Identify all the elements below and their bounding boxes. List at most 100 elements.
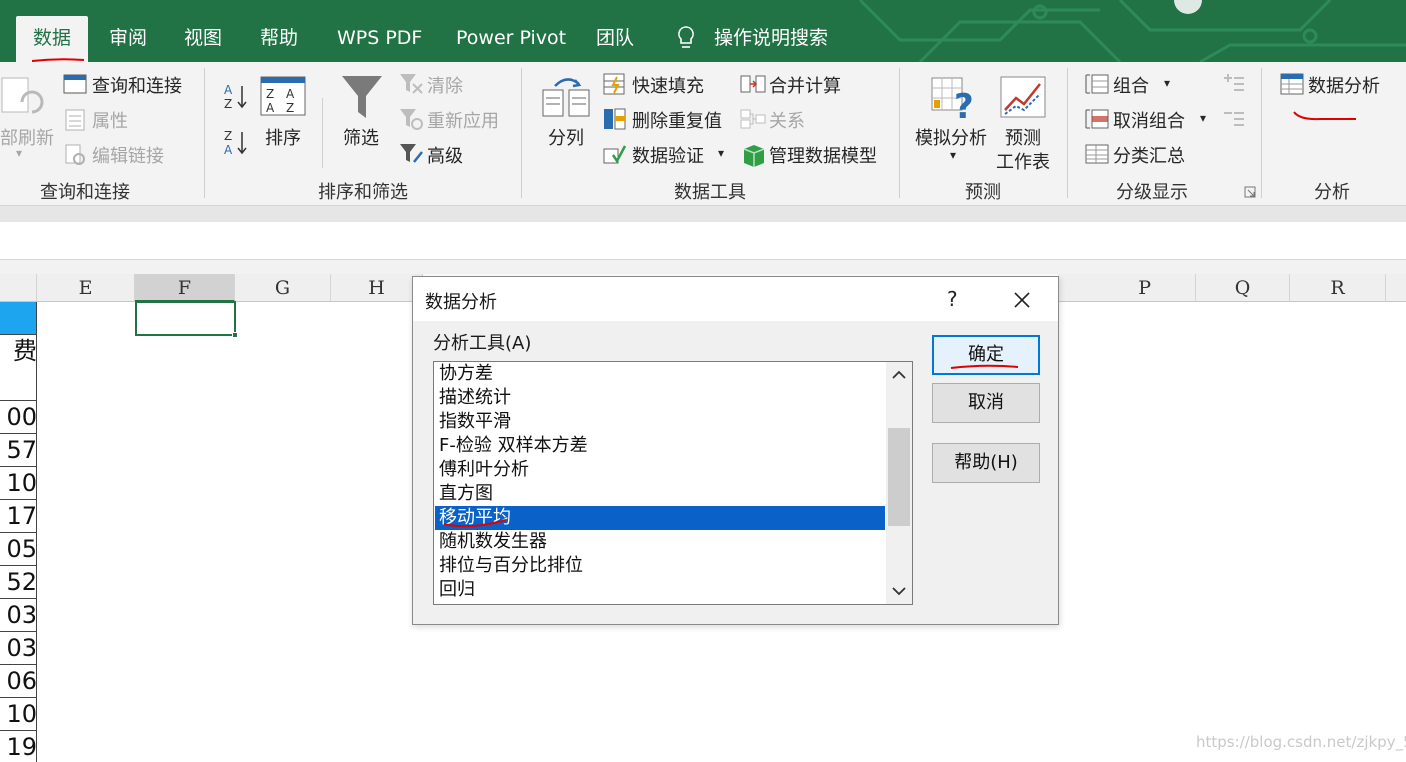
sheet-top-strip	[0, 260, 1406, 274]
cell-value[interactable]: 57	[0, 434, 37, 467]
what-if-dropdown-icon[interactable]: ▾	[950, 148, 956, 162]
relationships-button[interactable]: 关系	[769, 107, 805, 133]
ribbon-separator	[521, 68, 522, 198]
active-cell-f[interactable]	[135, 301, 238, 338]
cancel-button[interactable]: 取消	[932, 383, 1040, 423]
cell-value[interactable]: 06	[0, 665, 37, 698]
list-item-selected[interactable]: 移动平均	[435, 506, 885, 530]
help-button[interactable]: 帮助(H)	[932, 443, 1040, 483]
flash-fill-icon	[603, 73, 625, 95]
svg-text:Z: Z	[224, 97, 232, 110]
refresh-dropdown-icon[interactable]: ▾	[16, 146, 22, 160]
dialog-launcher-icon[interactable]	[1244, 186, 1256, 198]
scrollbar-thumb[interactable]	[888, 428, 910, 526]
data-validation-button[interactable]: 数据验证	[632, 142, 704, 168]
column-header-p[interactable]: P	[1058, 274, 1196, 302]
list-item[interactable]: 回归	[435, 578, 885, 602]
edit-links-button[interactable]: 编辑链接	[92, 142, 164, 168]
advanced-button[interactable]: 高级	[427, 142, 463, 168]
what-if-analysis-icon: ?	[931, 77, 974, 120]
what-if-analysis-button[interactable]: 模拟分析	[915, 124, 987, 150]
column-header-e[interactable]: E	[37, 274, 135, 302]
tab-review[interactable]: 审阅	[109, 16, 147, 62]
remove-duplicates-button[interactable]: 删除重复值	[632, 107, 722, 133]
cell-value[interactable]: 03	[0, 632, 37, 665]
column-header-partial[interactable]	[0, 274, 37, 302]
list-item[interactable]: 随机数发生器	[435, 530, 885, 554]
show-detail-icon[interactable]	[1222, 72, 1246, 94]
list-item[interactable]: 傅利叶分析	[435, 458, 885, 482]
sort-button[interactable]: 排序	[265, 124, 301, 150]
column-header-h[interactable]: H	[331, 274, 423, 302]
list-item[interactable]: 指数平滑	[435, 410, 885, 434]
tab-data[interactable]: 数据	[16, 16, 89, 62]
tab-wps-pdf[interactable]: WPS PDF	[337, 16, 422, 62]
clear-button[interactable]: 清除	[427, 72, 463, 98]
tab-help[interactable]: 帮助	[260, 16, 298, 62]
text-to-columns-button[interactable]: 分列	[548, 124, 584, 150]
dialog-title-bar[interactable]: 数据分析 ?	[413, 277, 1058, 321]
subtotal-button[interactable]: 分类汇总	[1113, 142, 1185, 168]
query-connections-button[interactable]: 查询和连接	[92, 72, 182, 98]
filter-button[interactable]: 筛选	[343, 124, 379, 150]
list-item[interactable]: 描述统计	[435, 386, 885, 410]
consolidate-button[interactable]: 合并计算	[769, 72, 841, 98]
properties-icon	[65, 109, 85, 131]
cell-value[interactable]: 10	[0, 698, 37, 731]
flash-fill-button[interactable]: 快速填充	[632, 72, 704, 98]
cell-value[interactable]: 52	[0, 566, 37, 599]
help-icon[interactable]: ?	[947, 287, 958, 311]
tab-view[interactable]: 视图	[184, 16, 222, 62]
list-item[interactable]: F-检验 双样本方差	[435, 434, 885, 458]
list-item[interactable]: 排位与百分比排位	[435, 554, 885, 578]
cell-value[interactable]: 19	[0, 731, 37, 762]
ribbon-separator	[322, 98, 323, 168]
properties-button[interactable]: 属性	[92, 107, 128, 133]
ungroup-icon	[1085, 109, 1109, 129]
data-validation-icon	[603, 145, 627, 164]
cell-row-header[interactable]: 费	[0, 335, 37, 401]
column-header-q[interactable]: Q	[1196, 274, 1290, 302]
reapply-button[interactable]: 重新应用	[427, 107, 499, 133]
tell-me-search[interactable]: 操作说明搜索	[714, 16, 828, 62]
data-validation-dropdown-icon[interactable]: ▾	[718, 146, 724, 160]
column-header-g[interactable]: G	[235, 274, 331, 302]
subtotal-icon	[1085, 144, 1109, 164]
hide-detail-icon[interactable]	[1222, 107, 1246, 129]
analysis-tools-label: 分析工具(A)	[433, 333, 532, 354]
column-header-f[interactable]: F	[135, 274, 235, 302]
close-icon[interactable]	[1009, 287, 1035, 313]
cell-value[interactable]: 17	[0, 500, 37, 533]
scroll-down-icon[interactable]	[890, 582, 908, 600]
cell-header-blue[interactable]	[0, 302, 37, 335]
ok-button[interactable]: 确定	[932, 335, 1040, 375]
forecast-sheet-button[interactable]: 预测	[1005, 124, 1041, 150]
analysis-tools-list[interactable]: 协方差 描述统计 指数平滑 F-检验 双样本方差 傅利叶分析 直方图 移动平均 …	[433, 361, 913, 605]
list-scrollbar[interactable]	[886, 362, 912, 604]
formula-bar[interactable]	[0, 222, 1406, 260]
ungroup-button[interactable]: 取消组合	[1113, 107, 1185, 133]
cell-value[interactable]: 00	[0, 401, 37, 434]
list-item[interactable]: 协方差	[435, 362, 885, 386]
group-label-sort-filter: 排序和筛选	[318, 182, 408, 203]
cell-value[interactable]: 10	[0, 467, 37, 500]
fill-handle[interactable]	[232, 332, 238, 338]
group-button[interactable]: 组合	[1113, 72, 1149, 98]
refresh-all-button[interactable]: 部刷新	[0, 124, 54, 150]
group-dropdown-icon[interactable]: ▾	[1164, 76, 1170, 90]
column-header-next[interactable]	[1386, 274, 1406, 302]
ungroup-dropdown-icon[interactable]: ▾	[1200, 111, 1206, 125]
relationships-icon	[740, 109, 766, 129]
column-header-r[interactable]: R	[1290, 274, 1386, 302]
scroll-up-icon[interactable]	[890, 366, 908, 384]
tab-power-pivot[interactable]: Power Pivot	[456, 16, 566, 62]
ribbon-separator	[204, 68, 205, 198]
svg-text:?: ?	[954, 87, 974, 120]
tab-team[interactable]: 团队	[596, 16, 634, 62]
group-icon	[1085, 74, 1109, 94]
list-item[interactable]: 直方图	[435, 482, 885, 506]
cell-value[interactable]: 05	[0, 533, 37, 566]
cell-value[interactable]: 03	[0, 599, 37, 632]
data-analysis-button[interactable]: 数据分析	[1308, 72, 1380, 98]
manage-data-model-button[interactable]: 管理数据模型	[769, 142, 877, 168]
